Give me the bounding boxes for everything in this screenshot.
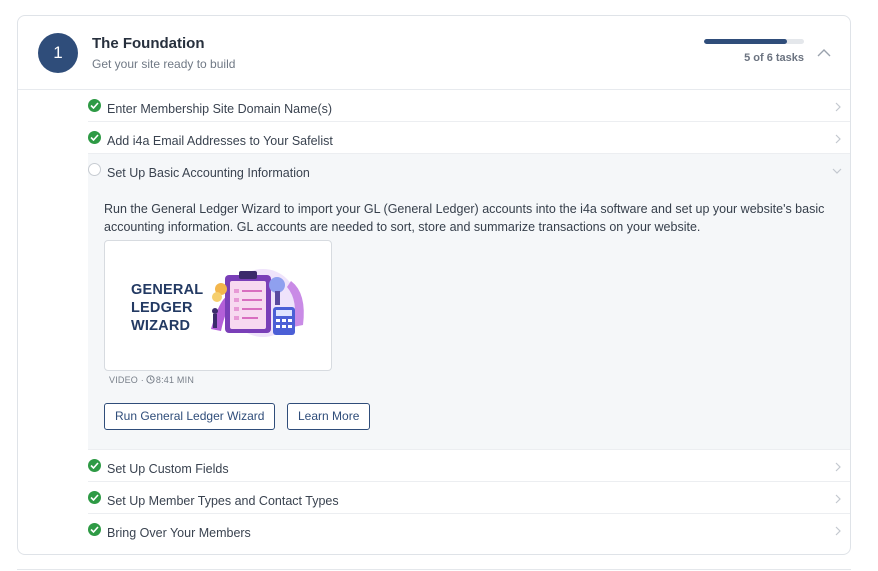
divider (17, 569, 851, 570)
chevron-right-icon (835, 134, 841, 144)
check-circle-icon (88, 131, 101, 144)
empty-circle-icon (88, 163, 101, 176)
chevron-right-icon (835, 462, 841, 472)
video-title: GENERAL LEDGER WIZARD (131, 282, 204, 334)
learn-more-button[interactable]: Learn More (287, 403, 371, 430)
chevron-down-icon (832, 168, 842, 174)
step-title: The Foundation (92, 35, 205, 52)
clock-icon (146, 375, 155, 384)
task-detail-panel: Run the General Ledger Wizard to import … (88, 186, 850, 450)
progress-bar (704, 39, 804, 44)
step-card: 1 The Foundation Get your site ready to … (17, 15, 851, 555)
chevron-right-icon (835, 102, 841, 112)
step-subtitle: Get your site ready to build (92, 57, 236, 71)
video-meta: VIDEO · 8:41 MIN (109, 375, 195, 385)
task-list: Enter Membership Site Domain Name(s) Add… (18, 90, 850, 546)
task-description: Run the General Ledger Wizard to import … (104, 202, 825, 234)
video-thumbnail[interactable]: GENERAL LEDGER WIZARD (104, 240, 332, 371)
task-label: Bring Over Your Members (107, 526, 251, 540)
task-row[interactable]: Bring Over Your Members (88, 514, 850, 546)
task-label: Set Up Custom Fields (107, 462, 229, 476)
ledger-illustration-icon (211, 269, 304, 337)
task-label: Add i4a Email Addresses to Your Safelist (107, 134, 333, 148)
chevron-up-icon[interactable] (815, 46, 833, 60)
check-circle-icon (88, 491, 101, 504)
task-row-expanded[interactable]: Set Up Basic Accounting Information (88, 154, 850, 186)
check-circle-icon (88, 459, 101, 472)
task-row[interactable]: Set Up Member Types and Contact Types (88, 482, 850, 514)
progress-count: 5 of 6 tasks (744, 52, 804, 64)
check-circle-icon (88, 523, 101, 536)
task-row[interactable]: Set Up Custom Fields (88, 450, 850, 482)
chevron-right-icon (835, 494, 841, 504)
step-number-badge: 1 (38, 33, 78, 73)
step-header[interactable]: 1 The Foundation Get your site ready to … (18, 16, 850, 90)
check-circle-icon (88, 99, 101, 112)
task-label: Set Up Member Types and Contact Types (107, 494, 339, 508)
run-wizard-button[interactable]: Run General Ledger Wizard (104, 403, 276, 430)
task-label: Set Up Basic Accounting Information (107, 166, 310, 180)
chevron-right-icon (835, 526, 841, 536)
progress-bar-fill (704, 39, 788, 44)
task-label: Enter Membership Site Domain Name(s) (107, 102, 333, 116)
task-row[interactable]: Add i4a Email Addresses to Your Safelist (88, 122, 850, 154)
task-row[interactable]: Enter Membership Site Domain Name(s) (88, 90, 850, 122)
